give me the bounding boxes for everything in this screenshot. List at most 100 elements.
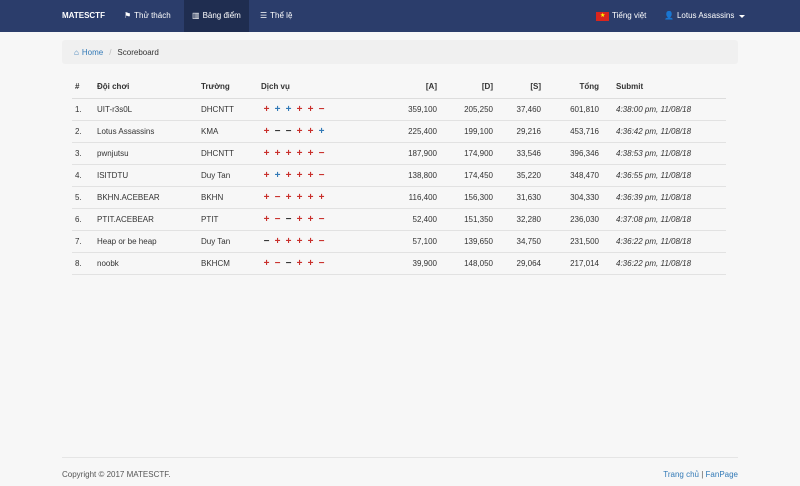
defense-cell: 174,450 xyxy=(440,164,496,187)
attack-cell: 52,400 xyxy=(368,208,440,231)
nav-rules[interactable]: ☰ Thể lệ xyxy=(252,0,300,32)
submit-cell: 4:36:22 pm, 11/08/18 xyxy=(602,230,726,253)
header-defense: [D] xyxy=(440,76,496,99)
attack-cell: 359,100 xyxy=(368,98,440,121)
plus-icon: + xyxy=(307,213,314,225)
school-cell: BKHN xyxy=(198,186,258,209)
school-cell: PTIT xyxy=(198,208,258,231)
minus-icon: − xyxy=(285,213,292,225)
language-selector[interactable]: Tiếng việt xyxy=(588,0,654,32)
services-cell: + + + + + − xyxy=(258,164,368,187)
header-submit: Submit xyxy=(602,76,726,99)
school-cell: Duy Tan xyxy=(198,230,258,253)
total-cell: 231,500 xyxy=(544,230,602,253)
plus-icon: + xyxy=(296,147,303,159)
minus-icon: − xyxy=(274,125,281,137)
sla-cell: 31,630 xyxy=(496,186,544,209)
plus-icon: + xyxy=(296,257,303,269)
table-row: 2. Lotus Assassins KMA + − − + + +225,400 199,100… xyxy=(72,120,726,143)
header-team: Đội chơi xyxy=(94,76,198,99)
attack-cell: 57,100 xyxy=(368,230,440,253)
plus-icon: + xyxy=(285,191,292,203)
table-row: 7. Heap or be heap Duy Tan − + + + + −57,100 139,… xyxy=(72,230,726,253)
user-menu[interactable]: 👤 Lotus Assassins xyxy=(656,0,753,32)
table-row: 5. BKHN.ACEBEAR BKHN + − + + + +116,400 156,300 31… xyxy=(72,186,726,209)
plus-icon: + xyxy=(263,191,270,203)
minus-icon: − xyxy=(318,213,325,225)
plus-icon: + xyxy=(307,125,314,137)
plus-icon: + xyxy=(307,191,314,203)
footer-divider xyxy=(62,457,738,458)
plus-icon: + xyxy=(307,103,314,115)
minus-icon: − xyxy=(274,191,281,203)
total-cell: 217,014 xyxy=(544,252,602,275)
team-cell: Lotus Assassins xyxy=(94,120,198,143)
minus-icon: − xyxy=(263,235,270,247)
plus-icon: + xyxy=(285,147,292,159)
submit-cell: 4:38:00 pm, 11/08/18 xyxy=(602,98,726,121)
header-rank: # xyxy=(72,76,94,99)
sla-cell: 29,216 xyxy=(496,120,544,143)
defense-cell: 151,350 xyxy=(440,208,496,231)
plus-icon: + xyxy=(285,103,292,115)
services-cell: + − − + + − xyxy=(258,252,368,275)
plus-icon: + xyxy=(296,169,303,181)
submit-cell: 4:37:08 pm, 11/08/18 xyxy=(602,208,726,231)
defense-cell: 139,650 xyxy=(440,230,496,253)
plus-icon: + xyxy=(263,103,270,115)
table-row: 6. PTIT.ACEBEAR PTIT + − − + + −52,400 151,350 32,… xyxy=(72,208,726,231)
plus-icon: + xyxy=(296,213,303,225)
plus-icon: + xyxy=(318,191,325,203)
plus-icon: + xyxy=(274,235,281,247)
language-label: Tiếng việt xyxy=(612,11,647,20)
plus-icon: + xyxy=(274,169,281,181)
submit-cell: 4:36:55 pm, 11/08/18 xyxy=(602,164,726,187)
sla-cell: 34,750 xyxy=(496,230,544,253)
services-cell: + + + + + − xyxy=(258,98,368,121)
breadcrumb-home[interactable]: ⌂ Home xyxy=(74,48,103,57)
total-cell: 304,330 xyxy=(544,186,602,209)
minus-icon: − xyxy=(318,257,325,269)
defense-cell: 156,300 xyxy=(440,186,496,209)
minus-icon: − xyxy=(274,213,281,225)
rank-cell: 1. xyxy=(72,98,94,121)
submit-cell: 4:36:39 pm, 11/08/18 xyxy=(602,186,726,209)
table-row: 1. UIT-r3s0L DHCNTT + + + + + −359,100 205,250 37,… xyxy=(72,98,726,121)
team-cell: noobk xyxy=(94,252,198,275)
rank-cell: 7. xyxy=(72,230,94,253)
footer-link-divider: | xyxy=(701,470,704,479)
breadcrumb: ⌂ Home / Scoreboard xyxy=(62,40,738,64)
plus-icon: + xyxy=(307,257,314,269)
plus-icon: + xyxy=(307,147,314,159)
top-navbar: MATESCTF ⚑ Thử thách ▥ Bảng điểm ☰ Thể l… xyxy=(0,0,800,32)
plus-icon: + xyxy=(263,257,270,269)
plus-icon: + xyxy=(274,147,281,159)
school-cell: DHCNTT xyxy=(198,142,258,165)
minus-icon: − xyxy=(318,235,325,247)
attack-cell: 116,400 xyxy=(368,186,440,209)
breadcrumb-home-label: Home xyxy=(81,47,104,57)
user-name: Lotus Assassins xyxy=(676,11,735,20)
rank-cell: 3. xyxy=(72,142,94,165)
team-cell: UIT-r3s0L xyxy=(94,98,198,121)
plus-icon: + xyxy=(318,125,325,137)
sla-cell: 32,280 xyxy=(496,208,544,231)
footer-home-link[interactable]: Trang chủ xyxy=(663,470,699,479)
total-cell: 453,716 xyxy=(544,120,602,143)
footer-fanpage-link[interactable]: FanPage xyxy=(706,470,738,479)
nav-scoreboard[interactable]: ▥ Bảng điểm xyxy=(184,0,249,32)
nav-challenges[interactable]: ⚑ Thử thách xyxy=(116,0,179,32)
services-cell: + + + + + − xyxy=(258,142,368,165)
submit-cell: 4:36:42 pm, 11/08/18 xyxy=(602,120,726,143)
school-cell: Duy Tan xyxy=(198,164,258,187)
brand-logo[interactable]: MATESCTF xyxy=(62,0,105,32)
footer-copyright: Copyright © 2017 MATESCTF. xyxy=(62,470,171,479)
team-cell: BKHN.ACEBEAR xyxy=(94,186,198,209)
nav-rules-label: Thể lệ xyxy=(270,11,293,20)
rank-cell: 8. xyxy=(72,252,94,275)
rank-cell: 2. xyxy=(72,120,94,143)
plus-icon: + xyxy=(296,103,303,115)
total-cell: 396,346 xyxy=(544,142,602,165)
defense-cell: 174,900 xyxy=(440,142,496,165)
submit-cell: 4:38:53 pm, 11/08/18 xyxy=(602,142,726,165)
